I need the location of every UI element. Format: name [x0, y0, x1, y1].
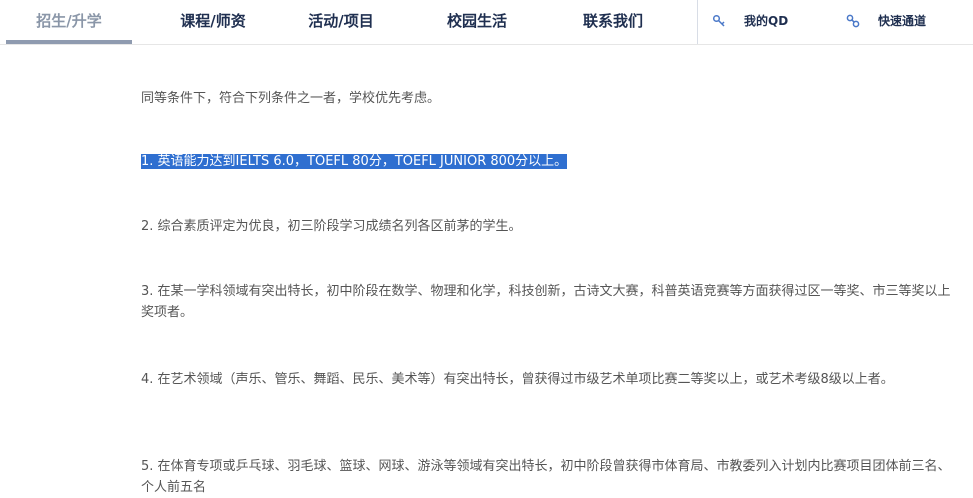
- my-qd-link[interactable]: 我的QD: [712, 0, 812, 44]
- quick-access-label: 快速通道: [878, 14, 927, 28]
- quick-access-link[interactable]: 快速通道: [846, 0, 956, 44]
- nav-courses-faculty[interactable]: 课程/师资: [150, 0, 276, 44]
- intro-text: 同等条件下，符合下列条件之一者，学校优先考虑。: [141, 91, 441, 106]
- nav-contact-us[interactable]: 联系我们: [550, 0, 676, 44]
- condition-item-3: 3. 在某一学科领域有突出特长，初中阶段在数学、物理和化学，科技创新，古诗文大赛…: [141, 284, 951, 320]
- nav-campus-life[interactable]: 校园生活: [414, 0, 540, 44]
- condition-item-5: 5. 在体育专项或乒乓球、羽毛球、篮球、网球、游泳等领域有突出特长，初中阶段曾获…: [141, 459, 951, 495]
- top-navigation: 招生/升学 课程/师资 活动/项目 校园生活 联系我们 我的QD 快速通道: [0, 0, 973, 45]
- nav-activities-projects[interactable]: 活动/项目: [278, 0, 404, 44]
- condition-item-4: 4. 在艺术领域（声乐、管乐、舞蹈、民乐、美术等）有突出特长，曾获得过市级艺术单…: [141, 372, 894, 387]
- active-tab-indicator: [6, 40, 132, 44]
- link-icon: [846, 14, 860, 28]
- nav-admissions[interactable]: 招生/升学: [6, 0, 132, 44]
- selected-text: 1. 英语能力达到IELTS 6.0，TOEFL 80分，TOEFL JUNIO…: [141, 154, 568, 169]
- condition-item-1: 1. 英语能力达到IELTS 6.0，TOEFL 80分，TOEFL JUNIO…: [141, 151, 953, 172]
- nav-divider: [697, 0, 698, 44]
- my-qd-label: 我的QD: [744, 14, 789, 28]
- condition-item-2: 2. 综合素质评定为优良，初三阶段学习成绩名列各区前茅的学生。: [141, 219, 522, 234]
- key-icon: [712, 14, 725, 27]
